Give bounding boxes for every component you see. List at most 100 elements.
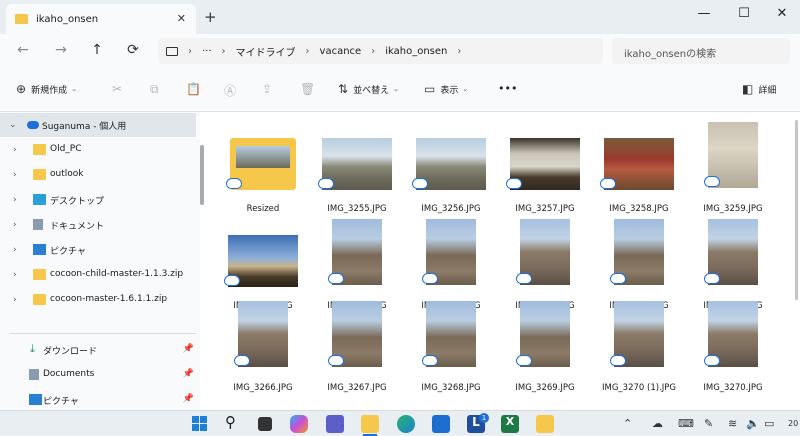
file-item[interactable]: IMG_3257.JPG — [502, 122, 588, 219]
sidebar-item-documents-quick[interactable]: Documents 📌 — [0, 363, 196, 387]
pin-icon[interactable]: 📌 — [183, 369, 194, 379]
share-button[interactable]: ⇪ — [262, 82, 277, 96]
rename-button[interactable]: Ⓐ — [224, 82, 241, 99]
keyboard-icon[interactable]: ⌨ — [678, 417, 694, 430]
folder-icon[interactable] — [536, 415, 554, 433]
sidebar-scrollbar[interactable] — [200, 145, 204, 205]
navigation-bar: ← → ↑ ⟳ › ··· › マイドライブ › vacance › ikaho… — [0, 34, 800, 68]
desktop-icon — [33, 194, 46, 205]
breadcrumb-vacance[interactable]: vacance — [320, 46, 362, 57]
delete-button[interactable]: 🗑 — [300, 82, 320, 96]
file-item[interactable]: IMG_3266.JPG — [220, 301, 306, 398]
maximize-button[interactable]: ☐ — [734, 6, 754, 21]
sidebar-item-desktop[interactable]: › デスクトップ — [0, 188, 196, 212]
folder-preview — [236, 146, 290, 168]
sidebar-item-label: デスクトップ — [50, 197, 105, 207]
pin-icon[interactable]: 📌 — [183, 394, 194, 404]
cloud-icon[interactable]: ☁ — [652, 417, 663, 430]
file-item[interactable]: IMG_3258.JPG — [596, 122, 682, 219]
sidebar-item-downloads[interactable]: ⤓ ダウンロード 📌 — [0, 338, 196, 362]
battery-icon[interactable]: ▭ — [764, 417, 774, 430]
details-button-label: 詳細 — [758, 85, 777, 96]
file-item[interactable]: IMG_3269.JPG — [502, 301, 588, 398]
breadcrumb-more[interactable]: ··· — [202, 46, 212, 57]
sidebar-item-pictures-quick[interactable]: ピクチャ 📌 — [0, 388, 196, 412]
task-view-icon[interactable] — [258, 417, 272, 431]
file-name: IMG_3270.JPG — [703, 383, 763, 393]
file-name: IMG_3257.JPG — [515, 204, 575, 214]
volume-icon[interactable]: 🔈 — [746, 417, 760, 430]
file-name: IMG_3266.JPG — [233, 383, 293, 393]
details-button[interactable]: ◧ 詳細 — [742, 82, 776, 96]
minimize-button[interactable]: — — [694, 6, 714, 21]
windows-start-icon[interactable] — [191, 415, 209, 433]
navigation-pane: ⌄ Suganuma - 個人用 › Old_PC › outlook › デス… — [0, 112, 200, 410]
file-item[interactable]: IMG_3270.JPG — [690, 301, 776, 398]
breadcrumb-ikaho-onsen[interactable]: ikaho_onsen — [385, 46, 447, 57]
sidebar-item-documents[interactable]: › ドキュメント — [0, 213, 196, 237]
view-button[interactable]: ▭ 表示 ⌄ — [424, 82, 468, 96]
up-button[interactable]: ↑ — [88, 42, 106, 58]
view-icon: ▭ — [424, 82, 436, 96]
new-tab-button[interactable]: + — [204, 8, 217, 26]
taskbar: ⚲ L 1 X ⌃ ☁ ⌨ ✎ ≋ 🔈 ▭ 20 — [0, 410, 800, 436]
wifi-icon[interactable]: ≋ — [728, 417, 737, 430]
sidebar-item-label: cocoon-master-1.6.1.1.zip — [50, 294, 168, 304]
sidebar-item-outlook[interactable]: › outlook — [0, 163, 196, 187]
chevron-up-icon[interactable]: ⌃ — [623, 417, 632, 430]
cut-button[interactable]: ✂ — [112, 82, 127, 96]
paste-button[interactable]: 📋 — [186, 82, 206, 96]
search-input[interactable]: ikaho_onsenの検索 — [612, 38, 790, 64]
file-name: IMG_3270 (1).JPG — [602, 383, 676, 393]
tab-close-button[interactable]: ✕ — [177, 12, 186, 25]
forward-button[interactable]: → — [52, 42, 70, 58]
refresh-button[interactable]: ⟳ — [124, 42, 142, 58]
address-bar[interactable]: › ··· › マイドライブ › vacance › ikaho_onsen › — [158, 38, 603, 64]
sidebar-item-label: Documents — [43, 369, 95, 379]
file-explorer-window: ikaho_onsen ✕ + — ☐ ✕ ← → ↑ ⟳ › ··· › マイ… — [0, 0, 800, 410]
file-explorer-icon[interactable] — [361, 415, 379, 433]
view-button-label: 表示 — [440, 85, 459, 96]
excel-icon[interactable]: X — [501, 415, 519, 433]
new-button[interactable]: ⊕ 新規作成 ⌄ — [16, 82, 77, 96]
content-scrollbar[interactable] — [795, 120, 798, 300]
breadcrumb-my-drive[interactable]: マイドライブ — [236, 44, 296, 59]
copy-button[interactable]: ⧉ — [150, 82, 164, 97]
teams-icon[interactable] — [326, 415, 344, 433]
copilot-icon[interactable] — [290, 415, 308, 433]
sidebar-item-zip-master[interactable]: › cocoon-master-1.6.1.1.zip — [0, 288, 196, 312]
more-options-button[interactable]: ••• — [498, 82, 517, 95]
store-icon[interactable] — [432, 415, 450, 433]
sort-button[interactable]: ⇅ 並べ替え ⌄ — [338, 82, 399, 96]
close-button[interactable]: ✕ — [772, 6, 792, 21]
pictures-icon — [29, 394, 42, 405]
search-icon[interactable]: ⚲ — [225, 413, 243, 431]
sidebar-item-label: Old_PC — [50, 144, 82, 154]
back-button[interactable]: ← — [14, 42, 32, 58]
file-item[interactable]: IMG_3255.JPG — [314, 122, 400, 219]
sidebar-item-pictures[interactable]: › ピクチャ — [0, 238, 196, 262]
pin-icon[interactable]: 📌 — [183, 344, 194, 354]
sidebar-item-zip-child[interactable]: › cocoon-child-master-1.1.3.zip — [0, 263, 196, 287]
file-item[interactable]: IMG_3270 (1).JPG — [596, 301, 682, 398]
scissors-icon: ✂ — [112, 82, 123, 96]
file-name: IMG_3269.JPG — [515, 383, 575, 393]
cloud-sync-icon — [328, 273, 344, 284]
file-item[interactable]: IMG_3267.JPG — [314, 301, 400, 398]
sidebar-item-onedrive[interactable]: ⌄ Suganuma - 個人用 — [0, 113, 196, 137]
cloud-sync-icon — [516, 273, 532, 284]
tab-ikaho-onsen[interactable]: ikaho_onsen ✕ — [6, 4, 196, 34]
file-item[interactable]: IMG_3259.JPG — [690, 122, 776, 219]
cloud-sync-icon — [234, 355, 250, 366]
pen-icon[interactable]: ✎ — [704, 417, 713, 430]
folder-item[interactable]: Resized — [220, 122, 306, 219]
file-item[interactable]: IMG_3268.JPG — [408, 301, 494, 398]
clock[interactable]: 20 — [788, 419, 798, 428]
cloud-sync-icon — [610, 273, 626, 284]
file-item[interactable]: IMG_3256.JPG — [408, 122, 494, 219]
chevron-down-icon: ⌄ — [393, 85, 399, 93]
sidebar-item-old-pc[interactable]: › Old_PC — [0, 138, 196, 162]
document-icon — [33, 219, 43, 230]
edge-icon[interactable] — [397, 415, 415, 433]
chevron-down-icon: ⌄ — [9, 120, 17, 130]
